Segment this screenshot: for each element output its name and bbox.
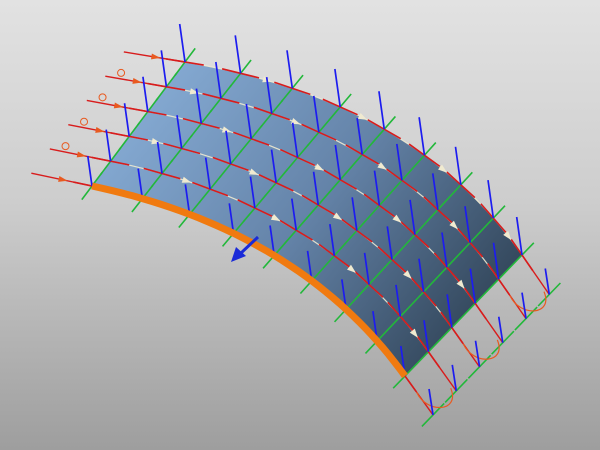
small-loop	[117, 68, 126, 77]
surface-scene[interactable]	[0, 0, 600, 450]
normal-line	[142, 76, 149, 112]
normal-line	[105, 129, 112, 162]
normal-line	[378, 91, 386, 130]
normal-line	[418, 117, 426, 156]
flow-arrow	[151, 53, 161, 60]
normal-line	[160, 50, 168, 87]
normal-line	[178, 23, 186, 63]
normal-line	[334, 68, 342, 108]
flow-arrow	[132, 78, 142, 84]
3d-viewport[interactable]	[0, 0, 600, 450]
wrap-arc	[416, 387, 454, 409]
wrap-arc	[509, 291, 547, 312]
flow-arrow	[357, 113, 368, 120]
normal-line	[286, 50, 294, 89]
normal-line	[86, 155, 93, 187]
extension-stub	[474, 302, 504, 344]
small-loop	[80, 117, 89, 126]
wrap-arc	[462, 339, 500, 360]
extension-stub	[427, 351, 457, 392]
small-loop	[61, 142, 70, 151]
small-loop	[98, 93, 107, 102]
normal-line	[454, 146, 462, 185]
normal-line	[234, 35, 242, 74]
extension-stub	[521, 254, 550, 295]
